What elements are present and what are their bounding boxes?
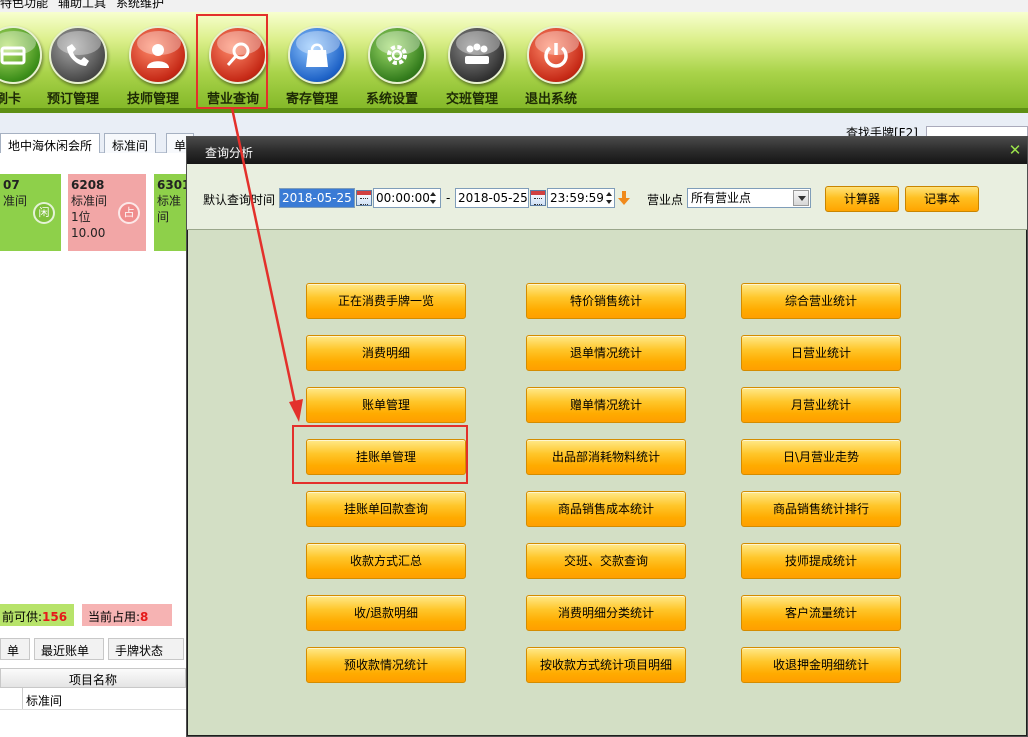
- deposit-detail-stats-button[interactable]: 收退押金明细统计: [741, 647, 901, 683]
- room-amount: 10.00: [71, 226, 106, 240]
- daily-business-stats-button[interactable]: 日营业统计: [741, 335, 901, 371]
- material-consumption-button[interactable]: 出品部消耗物料统计: [526, 439, 686, 475]
- receipt-refund-detail-button[interactable]: 收/退款明细: [306, 595, 466, 631]
- gear-icon: [368, 26, 426, 84]
- subtab-tag-status[interactable]: 手牌状态: [108, 638, 184, 660]
- start-date-field[interactable]: 2018-05-25: [279, 188, 355, 208]
- technician-label: 技师管理: [126, 92, 179, 107]
- overall-business-stats-button[interactable]: 综合营业统计: [741, 283, 901, 319]
- dialog-title-bar[interactable]: 查询分析 ✕: [187, 137, 1027, 164]
- available-count: 前可供:156: [0, 604, 74, 626]
- default-time-label: 默认查询时间: [203, 193, 276, 207]
- idle-mark: 闲: [33, 202, 55, 224]
- shift-button[interactable]: 交班管理: [435, 26, 509, 110]
- range-separator: -: [446, 191, 451, 205]
- app-window: 特色功能 辅助工具 系统维护 刷卡 预订管理 技师管理 营业查询 寄存管理 系统…: [0, 0, 1028, 737]
- dialog-title: 查询分析: [205, 146, 254, 160]
- bill-management-button[interactable]: 账单管理: [306, 387, 466, 423]
- power-icon: [527, 26, 585, 84]
- payment-method-summary-button[interactable]: 收款方式汇总: [306, 543, 466, 579]
- consumption-category-stats-button[interactable]: 消费明细分类统计: [526, 595, 686, 631]
- table-row[interactable]: 标准间: [0, 688, 186, 710]
- menu-item-features[interactable]: 特色功能: [0, 0, 48, 10]
- reservation-button[interactable]: 预订管理: [36, 26, 110, 110]
- start-time-spinner[interactable]: [427, 188, 439, 208]
- tab-standard-room[interactable]: 标准间: [104, 133, 157, 155]
- current-tags-overview-button[interactable]: 正在消费手牌一览: [306, 283, 466, 319]
- credit-bill-highlight-box: [292, 425, 468, 484]
- meeting-icon: [448, 26, 506, 84]
- toolbar-highlight-box: [196, 14, 268, 109]
- occupied-label: 当前占用:: [88, 610, 141, 624]
- room-number: 6208: [71, 178, 105, 192]
- bag-icon: [288, 26, 346, 84]
- technician-commission-button[interactable]: 技师提成统计: [741, 543, 901, 579]
- room-number: 6301: [157, 178, 188, 192]
- technician-button[interactable]: 技师管理: [116, 26, 190, 110]
- monthly-business-stats-button[interactable]: 月营业统计: [741, 387, 901, 423]
- person-icon: [129, 26, 187, 84]
- shift-payment-query-button[interactable]: 交班、交款查询: [526, 543, 686, 579]
- settings-button[interactable]: 系统设置: [355, 26, 429, 110]
- settings-label: 系统设置: [365, 92, 418, 107]
- occupied-count: 当前占用:8: [82, 604, 172, 626]
- available-value: 156: [42, 610, 68, 624]
- chevron-down-icon[interactable]: [793, 190, 809, 206]
- refund-stats-button[interactable]: 退单情况统计: [526, 335, 686, 371]
- end-time-spinner[interactable]: [603, 188, 615, 208]
- room-number: 07: [3, 178, 20, 192]
- sales-ranking-button[interactable]: 商品销售统计排行: [741, 491, 901, 527]
- room-card[interactable]: 6208 标准间 1位 10.00 占: [68, 174, 146, 251]
- end-date-field[interactable]: 2018-05-25: [455, 188, 529, 208]
- end-calendar-icon[interactable]: [530, 190, 546, 206]
- menu-item-maintenance[interactable]: 系统维护: [116, 0, 164, 10]
- down-arrow-icon[interactable]: [618, 191, 630, 205]
- main-toolbar: 刷卡 预订管理 技师管理 营业查询 寄存管理 系统设置 交班管理 退出系统: [0, 12, 1028, 113]
- occupied-value: 8: [140, 610, 149, 624]
- credit-repayment-query-button[interactable]: 挂账单回款查询: [306, 491, 466, 527]
- storage-button[interactable]: 寄存管理: [275, 26, 349, 110]
- menu-bar: 特色功能 辅助工具 系统维护: [0, 0, 1028, 12]
- location-label: 营业点: [647, 193, 684, 207]
- exit-button[interactable]: 退出系统: [514, 26, 588, 110]
- sales-cost-stats-button[interactable]: 商品销售成本统计: [526, 491, 686, 527]
- shift-label: 交班管理: [445, 92, 498, 107]
- room-card[interactable]: 07 准间 闲: [0, 174, 61, 251]
- location-value: 所有营业点: [691, 191, 752, 205]
- query-filter-bar: 默认查询时间 2018-05-25 00:00:00 - 2018-05-25 …: [187, 164, 1027, 230]
- room-type: 准间: [3, 194, 28, 208]
- exit-label: 退出系统: [524, 92, 577, 107]
- occupied-mark: 占: [118, 202, 140, 224]
- room-card[interactable]: 6301 标准间: [154, 174, 188, 251]
- tab-club[interactable]: 地中海休闲会所: [0, 133, 101, 155]
- menu-item-tools[interactable]: 辅助工具: [58, 0, 106, 10]
- subtab-bill[interactable]: 单: [0, 638, 30, 660]
- close-icon[interactable]: ✕: [1007, 142, 1023, 158]
- special-price-sales-button[interactable]: 特价销售统计: [526, 283, 686, 319]
- reservation-label: 预订管理: [46, 92, 99, 107]
- location-select[interactable]: 所有营业点: [687, 188, 811, 208]
- consumption-detail-button[interactable]: 消费明细: [306, 335, 466, 371]
- room-type: 标准间: [157, 194, 182, 224]
- notepad-button[interactable]: 记事本: [905, 186, 979, 212]
- gift-stats-button[interactable]: 赠单情况统计: [526, 387, 686, 423]
- subtab-recent-bills[interactable]: 最近账单: [34, 638, 104, 660]
- business-trend-button[interactable]: 日\月营业走势: [741, 439, 901, 475]
- customer-flow-stats-button[interactable]: 客户流量统计: [741, 595, 901, 631]
- available-label: 前可供:: [2, 610, 43, 624]
- table-header-item-name: 项目名称: [0, 668, 186, 688]
- start-calendar-icon[interactable]: [356, 190, 372, 206]
- payment-method-items-button[interactable]: 按收款方式统计项目明细: [526, 647, 686, 683]
- phone-icon: [49, 26, 107, 84]
- calculator-button[interactable]: 计算器: [825, 186, 899, 212]
- storage-label: 寄存管理: [285, 92, 338, 107]
- prepayment-stats-button[interactable]: 预收款情况统计: [306, 647, 466, 683]
